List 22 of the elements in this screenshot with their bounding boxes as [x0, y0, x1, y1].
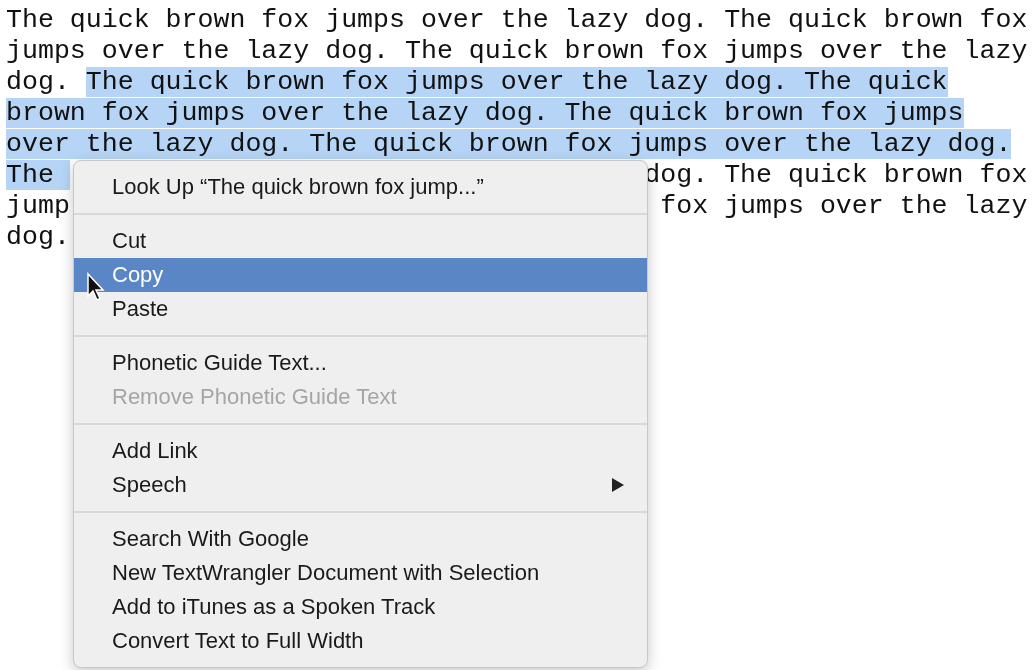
text-line: dog.: [6, 67, 71, 97]
text-line: The quick brown fox jumps over the lazy dog. The quick brown fox: [6, 5, 1028, 35]
menu-item[interactable]: Cut: [74, 224, 647, 258]
text-line: fox jumps over the lazy: [660, 191, 1028, 221]
menu-item[interactable]: New TextWrangler Document with Selection: [74, 556, 647, 590]
menu-item[interactable]: Paste: [74, 292, 647, 326]
selected-text: brown fox jumps over the lazy dog. The quick brown fox jumps: [6, 98, 964, 128]
menu-item[interactable]: Speech: [74, 468, 647, 502]
menu-item[interactable]: Convert Text to Full Width: [74, 624, 647, 658]
menu-item[interactable]: Look Up “The quick brown fox jump...”: [74, 170, 647, 204]
menu-item[interactable]: Add Link: [74, 434, 647, 468]
selected-text: The: [6, 160, 70, 190]
menu-item[interactable]: Phonetic Guide Text...: [74, 346, 647, 380]
menu-item[interactable]: Copy: [74, 258, 647, 292]
cursor-icon: [86, 272, 106, 302]
text-line: jumps over the lazy dog. The quick brown fox jumps over the lazy: [6, 36, 1028, 66]
menu-item[interactable]: Search With Google: [74, 522, 647, 556]
text-line: jump: [6, 191, 70, 221]
menu-item[interactable]: Add to iTunes as a Spoken Track: [74, 590, 647, 624]
selected-text: over the lazy dog. The quick brown fox jumps over the lazy dog.: [6, 129, 1012, 159]
text-line: dog.: [6, 222, 70, 252]
selected-text: The quick brown fox jumps over the lazy dog. The quick: [85, 67, 948, 97]
